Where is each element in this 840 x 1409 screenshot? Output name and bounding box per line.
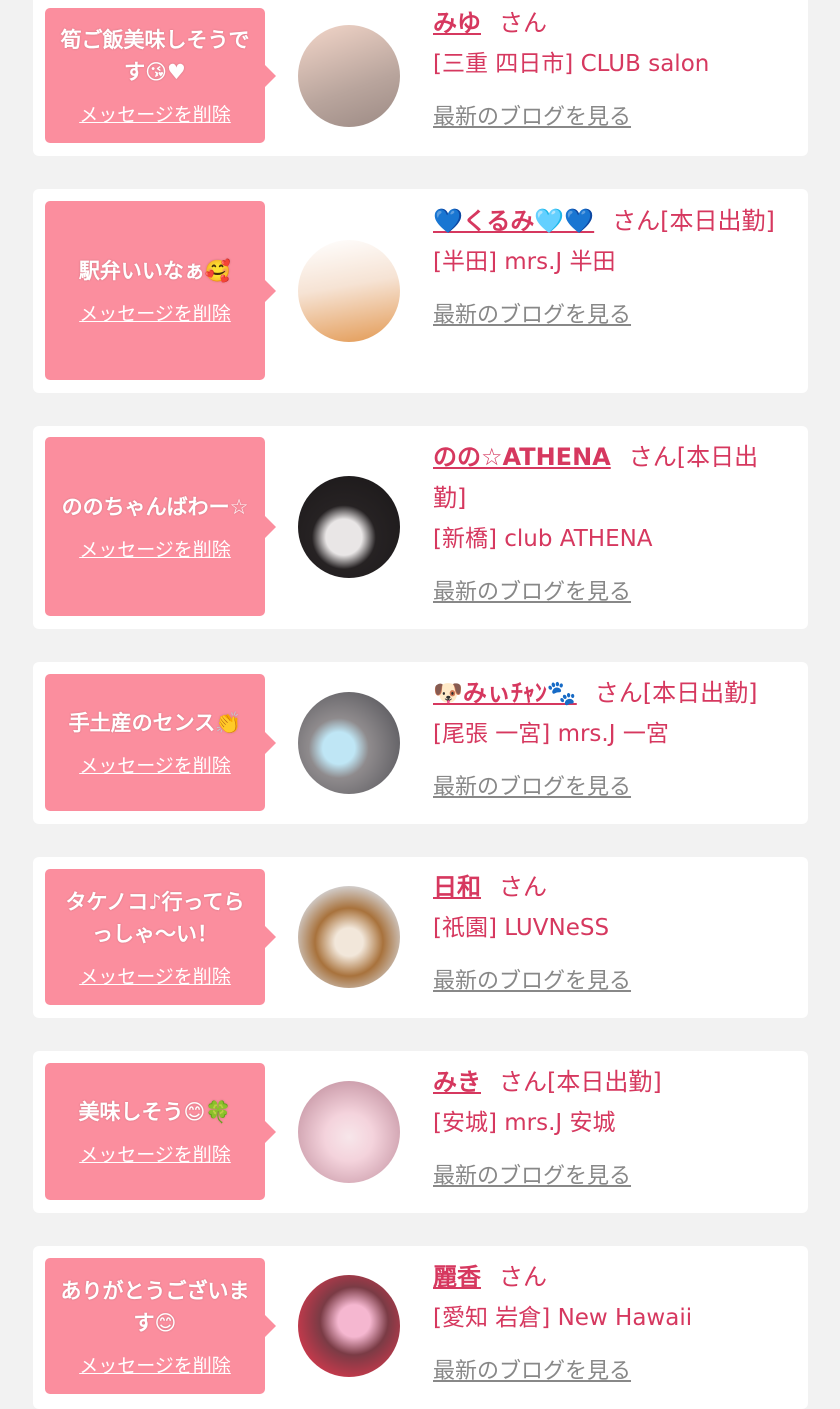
cast-name-link[interactable]: みき	[433, 1068, 481, 1096]
delete-message-link[interactable]: メッセージを削除	[79, 1140, 231, 1167]
message-card: 筍ご飯美味しそうです😘♥ メッセージを削除 みゆ さん [三重 四日市] CLUB…	[33, 0, 808, 156]
latest-blog-link[interactable]: 最新のブログを見る	[433, 295, 788, 336]
cast-info: 💙くるみ🩵💙 さん[本日出勤] [半田] mrs.J 半田 最新のブログを見る	[433, 201, 788, 336]
avatar[interactable]	[298, 1275, 400, 1377]
comment-text: 駅弁いいなぁ🥰	[78, 259, 232, 283]
comment-bubble: タケノコ♪行ってらっしゃ〜い！ メッセージを削除	[45, 869, 276, 1005]
comment-bubble: 美味しそう😊🍀 メッセージを削除	[45, 1063, 276, 1200]
delete-message-link[interactable]: メッセージを削除	[79, 1351, 231, 1378]
latest-blog-link[interactable]: 最新のブログを見る	[433, 1156, 788, 1197]
shop-label: [尾張 一宮] mrs.J 一宮	[433, 721, 669, 747]
latest-blog-link[interactable]: 最新のブログを見る	[433, 572, 788, 613]
avatar[interactable]	[298, 1081, 400, 1183]
comment-bubble: ののちゃんばわー☆ メッセージを削除	[45, 437, 276, 616]
cast-name-link[interactable]: みゆ	[433, 9, 481, 37]
message-card: 手土産のセンス👏 メッセージを削除 🐶みぃﾁｬﾝ🐾 さん[本日出勤] [尾張 一宮…	[33, 662, 808, 824]
cast-info: のの☆ATHENA さん[本日出勤] [新橋] club ATHENA 最新のブロ…	[433, 437, 788, 613]
message-card: タケノコ♪行ってらっしゃ〜い！ メッセージを削除 日和 さん [祇園] LUVNe…	[33, 857, 808, 1018]
shop-label: [新橋] club ATHENA	[433, 526, 653, 552]
shop-label: [三重 四日市] CLUB salon	[433, 51, 710, 77]
comment-bubble: 筍ご飯美味しそうです😘♥ メッセージを削除	[45, 8, 276, 143]
avatar[interactable]	[298, 886, 400, 988]
comment-text: 美味しそう😊🍀	[78, 1100, 232, 1124]
cast-suffix: さん	[499, 873, 547, 901]
cast-info: 🐶みぃﾁｬﾝ🐾 さん[本日出勤] [尾張 一宮] mrs.J 一宮 最新のブログを…	[433, 673, 788, 808]
comment-text: タケノコ♪行ってらっしゃ〜い！	[65, 889, 245, 946]
delete-message-link[interactable]: メッセージを削除	[79, 962, 231, 989]
cast-info: 麗香 さん [愛知 岩倉] New Hawaii 最新のブログを見る	[433, 1257, 788, 1392]
avatar[interactable]	[298, 25, 400, 127]
cast-info: 日和 さん [祇園] LUVNeSS 最新のブログを見る	[433, 867, 788, 1002]
avatar[interactable]	[298, 692, 400, 794]
cast-info: みき さん[本日出勤] [安城] mrs.J 安城 最新のブログを見る	[433, 1062, 788, 1197]
message-card: ののちゃんばわー☆ メッセージを削除 のの☆ATHENA さん[本日出勤] [新橋…	[33, 426, 808, 629]
comment-text: 手土産のセンス👏	[68, 711, 242, 735]
delete-message-link[interactable]: メッセージを削除	[79, 100, 231, 127]
cast-suffix: さん	[499, 1263, 547, 1291]
latest-blog-link[interactable]: 最新のブログを見る	[433, 767, 788, 808]
cast-suffix: さん[本日出勤]	[499, 1068, 662, 1096]
comment-bubble: ありがとうございます😊 メッセージを削除	[45, 1258, 276, 1394]
cast-suffix: さん[本日出勤]	[594, 679, 758, 707]
comment-bubble: 手土産のセンス👏 メッセージを削除	[45, 674, 276, 811]
cast-name-link[interactable]: のの☆ATHENA	[433, 443, 611, 471]
cast-name-link[interactable]: 麗香	[433, 1263, 481, 1291]
cast-suffix: さん[本日出勤]	[612, 207, 775, 235]
shop-label: [愛知 岩倉] New Hawaii	[433, 1305, 693, 1331]
avatar[interactable]	[298, 240, 400, 342]
message-card: ありがとうございます😊 メッセージを削除 麗香 さん [愛知 岩倉] New Ha…	[33, 1246, 808, 1409]
cast-name-link[interactable]: 💙くるみ🩵💙	[433, 207, 594, 235]
comment-text: 筍ご飯美味しそうです😘♥	[60, 28, 250, 84]
comment-bubble: 駅弁いいなぁ🥰 メッセージを削除	[45, 201, 276, 380]
delete-message-link[interactable]: メッセージを削除	[79, 535, 231, 562]
delete-message-link[interactable]: メッセージを削除	[79, 751, 231, 778]
latest-blog-link[interactable]: 最新のブログを見る	[433, 97, 788, 138]
message-card: 美味しそう😊🍀 メッセージを削除 みき さん[本日出勤] [安城] mrs.J 安…	[33, 1051, 808, 1213]
latest-blog-link[interactable]: 最新のブログを見る	[433, 961, 788, 1002]
shop-label: [半田] mrs.J 半田	[433, 249, 616, 275]
cast-name-link[interactable]: 🐶みぃﾁｬﾝ🐾	[433, 679, 577, 707]
cast-info: みゆ さん [三重 四日市] CLUB salon 最新のブログを見る	[433, 3, 788, 138]
shop-label: [安城] mrs.J 安城	[433, 1110, 616, 1136]
shop-label: [祇園] LUVNeSS	[433, 915, 610, 941]
delete-message-link[interactable]: メッセージを削除	[79, 299, 231, 326]
message-card: 駅弁いいなぁ🥰 メッセージを削除 💙くるみ🩵💙 さん[本日出勤] [半田] mrs…	[33, 189, 808, 393]
latest-blog-link[interactable]: 最新のブログを見る	[433, 1351, 788, 1392]
cast-name-link[interactable]: 日和	[433, 873, 481, 901]
avatar[interactable]	[298, 476, 400, 578]
cast-suffix: さん	[499, 9, 547, 37]
comment-text: ののちゃんばわー☆	[61, 495, 249, 519]
comment-text: ありがとうございます😊	[60, 1278, 250, 1335]
